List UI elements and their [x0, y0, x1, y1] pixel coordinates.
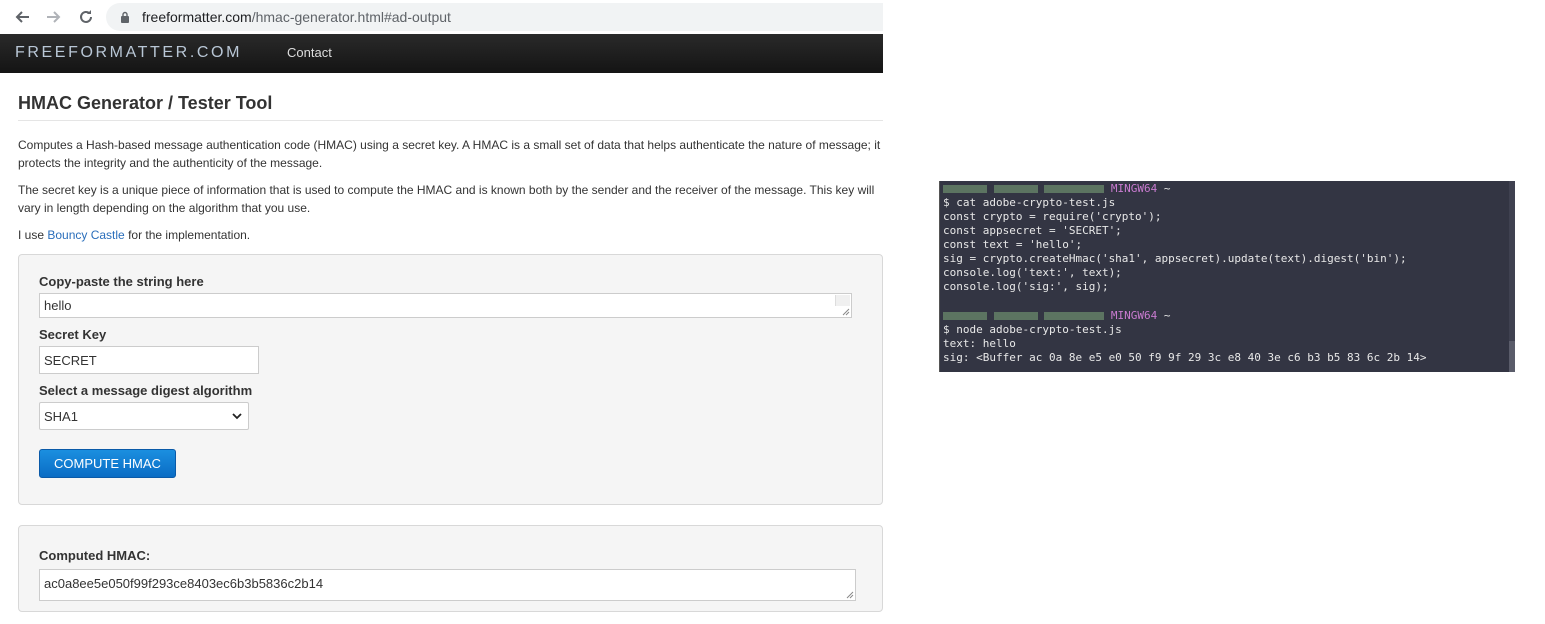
description-paragraph-3: I use Bouncy Castle for the implementati…	[18, 226, 883, 244]
redacted-host	[1044, 185, 1105, 193]
redacted-user	[943, 312, 987, 320]
terminal-line: $ node adobe-crypto-test.js	[943, 323, 1122, 336]
resize-grip-icon[interactable]	[840, 306, 850, 316]
description-paragraph-2: The secret key is a unique piece of info…	[18, 183, 875, 215]
para3-prefix: I use	[18, 228, 48, 242]
url-path: /hmac-generator.html#ad-output	[251, 9, 451, 25]
computed-hmac-output[interactable]: ac0a8ee5e050f99f293ce8403ec6b3b5836c2b14	[39, 569, 856, 601]
string-value: hello	[44, 298, 72, 313]
terminal-line: sig: <Buffer ac 0a 8e e5 e0 50 f9 9f 29 …	[943, 351, 1427, 364]
terminal-prompt-1: MINGW64 ~	[943, 182, 1170, 196]
resize-grip-icon[interactable]	[844, 589, 854, 599]
computed-hmac-value: ac0a8ee5e050f99f293ce8403ec6b3b5836c2b14	[44, 576, 324, 591]
terminal-line: const text = 'hello';	[943, 238, 1083, 251]
lock-icon	[121, 11, 129, 23]
algorithm-label: Select a message digest algorithm	[39, 383, 253, 398]
description-paragraph-1: Computes a Hash-based message authentica…	[18, 138, 881, 170]
algorithm-selected: SHA1	[44, 409, 78, 424]
textarea-scrollbar[interactable]	[835, 295, 850, 306]
site-navbar: FREEFORMATTER.COM Contact	[0, 34, 883, 73]
reload-icon[interactable]	[75, 6, 97, 28]
secret-key-input[interactable]: SECRET	[39, 346, 259, 374]
url-text: freeformatter.com/hmac-generator.html#ad…	[142, 9, 451, 25]
terminal-line: sig = crypto.createHmac('sha1', appsecre…	[943, 252, 1407, 265]
address-bar[interactable]: freeformatter.com/hmac-generator.html#ad…	[106, 3, 883, 31]
url-domain: freeformatter.com	[142, 9, 252, 25]
back-icon[interactable]	[11, 6, 33, 28]
terminal-line: const appsecret = 'SECRET';	[943, 224, 1122, 237]
terminal-env: MINGW64	[1110, 182, 1158, 195]
terminal-line: text: hello	[943, 337, 1016, 350]
terminal-dir: ~	[1157, 309, 1171, 322]
string-label: Copy-paste the string here	[39, 274, 204, 289]
site-brand-logo[interactable]: FREEFORMATTER.COM	[15, 44, 242, 62]
compute-hmac-button[interactable]: COMPUTE HMAC	[39, 449, 176, 478]
forward-icon[interactable]	[43, 6, 65, 28]
terminal-scrollbar[interactable]	[1509, 181, 1515, 372]
algorithm-select[interactable]: SHA1	[39, 402, 249, 430]
redacted-host	[1044, 312, 1105, 320]
terminal-line: $ cat adobe-crypto-test.js	[943, 196, 1116, 209]
terminal-env: MINGW64	[1110, 309, 1158, 322]
para3-suffix: for the implementation.	[124, 228, 251, 242]
chevron-down-icon	[232, 413, 242, 420]
bouncy-castle-link[interactable]: Bouncy Castle	[47, 228, 124, 242]
terminal-line: console.log('text:', text);	[943, 266, 1122, 279]
input-panel: Copy-paste the string here hello Secret …	[18, 254, 883, 505]
redacted-user	[943, 185, 987, 193]
title-divider	[18, 120, 883, 121]
nav-link-contact[interactable]: Contact	[287, 45, 332, 60]
secret-key-label: Secret Key	[39, 327, 107, 342]
terminal-prompt-2: MINGW64 ~	[943, 309, 1170, 323]
terminal-line: const crypto = require('crypto');	[943, 210, 1162, 223]
output-panel: Computed HMAC: ac0a8ee5e050f99f293ce8403…	[18, 525, 883, 612]
browser-toolbar: freeformatter.com/hmac-generator.html#ad…	[0, 0, 883, 34]
redacted-host	[993, 185, 1038, 193]
terminal-line: console.log('sig:', sig);	[943, 280, 1109, 293]
page-title: HMAC Generator / Tester Tool	[18, 93, 273, 113]
string-textarea[interactable]: hello	[39, 293, 852, 318]
terminal-dir: ~	[1157, 182, 1171, 195]
terminal-window: MINGW64 ~ $ cat adobe-crypto-test.js con…	[939, 181, 1515, 372]
computed-hmac-label: Computed HMAC:	[39, 548, 151, 563]
redacted-host	[993, 312, 1038, 320]
terminal-scroll-thumb[interactable]	[1509, 341, 1515, 372]
